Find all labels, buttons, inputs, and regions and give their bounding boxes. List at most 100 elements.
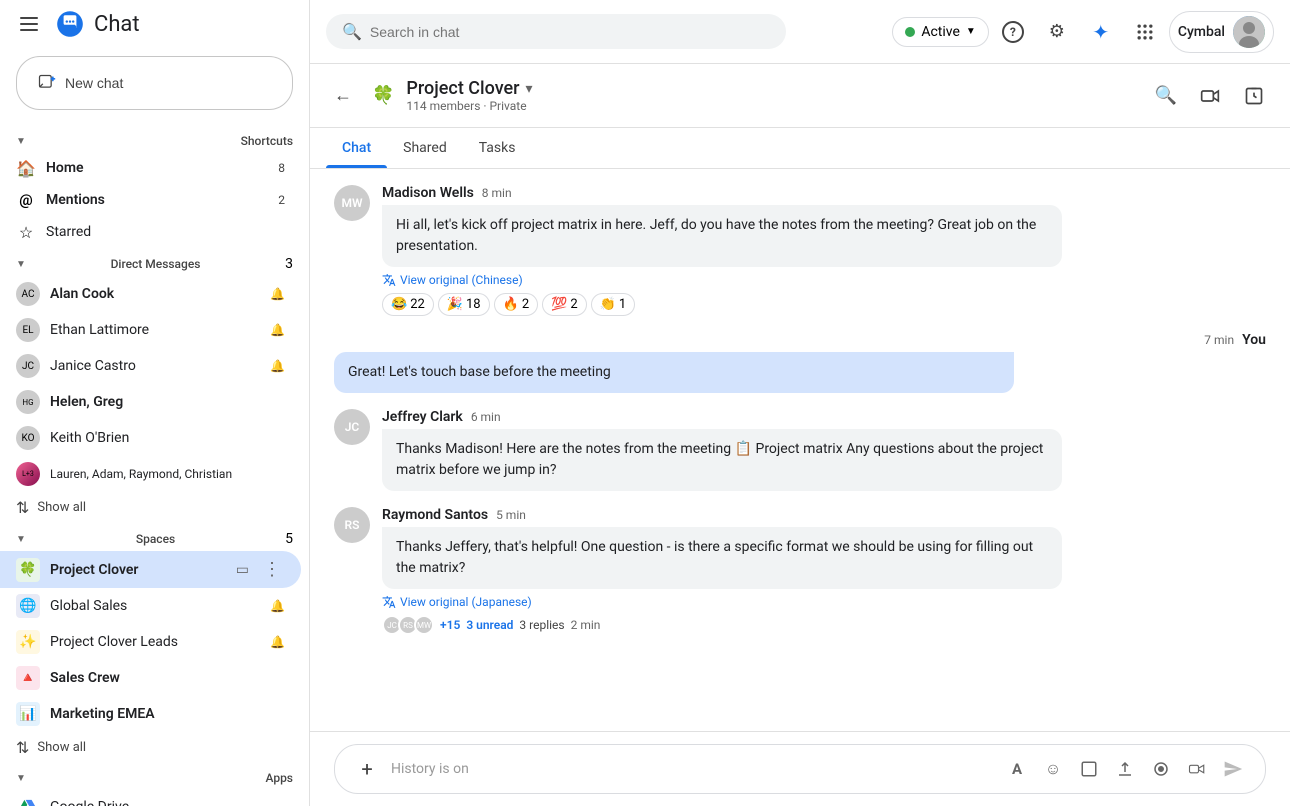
ethan-avatar: EL (16, 318, 40, 342)
shortcuts-section-header[interactable]: ▼ Shortcuts (0, 126, 309, 152)
tab-tasks[interactable]: Tasks (463, 128, 532, 168)
alan-avatar: AC (16, 282, 40, 306)
mentions-count: 2 (278, 193, 285, 207)
more-options-icon[interactable]: ⋮ (259, 557, 285, 582)
sidebar-item-ethan[interactable]: EL Ethan Lattimore 🔔 (0, 312, 301, 348)
sidebar-item-google-drive[interactable]: Google Drive (0, 789, 301, 806)
chat-timer-button[interactable] (1234, 76, 1274, 116)
project-clover-leads-pin: 🔔 (270, 635, 285, 649)
video-button[interactable] (1181, 753, 1213, 785)
upload-button[interactable] (1109, 753, 1141, 785)
mentions-label: Mentions (46, 192, 268, 208)
raymond-replies-bar[interactable]: JC RS MW +15 3 unread 3 replies 2 min (382, 615, 1266, 635)
send-icon (1223, 759, 1243, 779)
sidebar-item-sales-crew[interactable]: 🔺 Sales Crew (0, 660, 301, 696)
mention-button[interactable] (1073, 753, 1105, 785)
messages-area: MW Madison Wells 8 min Hi all, let's kic… (310, 169, 1290, 731)
replies-count: 3 replies (519, 618, 564, 632)
hamburger-menu[interactable] (12, 9, 46, 39)
back-button[interactable]: ← (326, 77, 360, 114)
reaction-party[interactable]: 🎉18 (438, 293, 490, 316)
sidebar-item-project-clover-leads[interactable]: ✨ Project Clover Leads 🔔 (0, 624, 301, 660)
global-sales-icon: 🌐 (16, 594, 40, 618)
sparkle-button[interactable]: ✦ (1081, 12, 1121, 52)
you-msg-time: 7 min (1204, 333, 1234, 347)
status-dot (905, 27, 915, 37)
emoji-button[interactable]: ☺ (1037, 753, 1069, 785)
project-clover-icon: 🍀 (16, 558, 40, 582)
apps-button[interactable] (1125, 12, 1165, 52)
reaction-clap[interactable]: 👏1 (591, 293, 636, 316)
help-button[interactable]: ? (993, 12, 1033, 52)
input-placeholder[interactable]: History is on (391, 761, 993, 777)
spaces-label: Spaces (136, 532, 175, 546)
sidebar-item-global-sales[interactable]: 🌐 Global Sales 🔔 (0, 588, 301, 624)
starred-icon: ☆ (16, 222, 36, 242)
sidebar-item-alan[interactable]: AC Alan Cook 🔔 (0, 276, 301, 312)
sidebar-item-janice[interactable]: JC Janice Castro 🔔 (0, 348, 301, 384)
chat-header-actions: 🔍 (1146, 76, 1274, 116)
tab-shared[interactable]: Shared (387, 128, 463, 168)
reply-av-3: MW (414, 615, 434, 635)
settings-button[interactable]: ⚙ (1037, 12, 1077, 52)
search-icon: 🔍 (342, 22, 362, 41)
alan-label: Alan Cook (50, 286, 260, 302)
project-clover-label: Project Clover (50, 562, 226, 578)
reaction-fire[interactable]: 🔥2 (494, 293, 539, 316)
chat-search-button[interactable]: 🔍 (1146, 76, 1186, 116)
raymond-translate-link[interactable]: View original (Japanese) (382, 595, 1266, 609)
home-icon: 🏠 (16, 158, 36, 178)
apps-section-header[interactable]: ▼ Apps (0, 763, 309, 789)
chat-meta: 114 members · Private (406, 99, 1134, 113)
you-msg-body: You 7 min Great! Let's touch base before… (334, 332, 1266, 393)
tab-chat[interactable]: Chat (326, 128, 387, 168)
janice-avatar: JC (16, 354, 40, 378)
google-chat-logo (54, 8, 86, 40)
spaces-chevron: ▼ (16, 534, 26, 545)
user-profile[interactable]: Cymbal (1169, 11, 1274, 53)
sidebar-item-keith[interactable]: KO Keith O'Brien (0, 420, 301, 456)
spaces-section-header[interactable]: ▼ Spaces 5 (0, 523, 309, 551)
chat-name-chevron-icon[interactable]: ▾ (526, 81, 533, 97)
status-button[interactable]: Active ▼ (892, 17, 988, 47)
send-button[interactable] (1217, 753, 1249, 785)
sidebar-item-helen[interactable]: HG Helen, Greg (0, 384, 301, 420)
grid-icon (1135, 22, 1155, 42)
replies-avatars: JC RS MW (382, 615, 434, 635)
raymond-msg-text: Thanks Jeffery, that's helpful! One ques… (396, 539, 1033, 576)
replies-unread: 3 unread (466, 618, 513, 632)
record-button[interactable] (1145, 753, 1177, 785)
input-box: + History is on A ☺ (334, 744, 1266, 794)
dm-section-header[interactable]: ▼ Direct Messages 3 (0, 248, 309, 276)
search-input[interactable] (370, 24, 770, 40)
madison-sender-name: Madison Wells (382, 185, 474, 201)
dm-chevron: ▼ (16, 259, 26, 270)
upload-icon (1116, 760, 1134, 778)
google-drive-icon (16, 795, 40, 806)
dm-show-all[interactable]: ⇅ Show all (0, 492, 309, 523)
new-chat-icon (37, 73, 57, 93)
madison-avatar: MW (334, 185, 370, 221)
chat-video-button[interactable] (1190, 76, 1230, 116)
reaction-100[interactable]: 💯2 (542, 293, 587, 316)
format-text-button[interactable]: A (1001, 753, 1033, 785)
add-button[interactable]: + (351, 753, 383, 785)
madison-translate-link[interactable]: View original (Chinese) (382, 273, 1266, 287)
spaces-show-all[interactable]: ⇅ Show all (0, 732, 309, 763)
sidebar-item-mentions[interactable]: @ Mentions 2 (0, 184, 301, 216)
sidebar-item-starred[interactable]: ☆ Starred (0, 216, 301, 248)
reaction-laugh[interactable]: 😂22 (382, 293, 434, 316)
app-title: Chat (94, 12, 140, 37)
input-icons: A ☺ (1001, 753, 1249, 785)
google-drive-label: Google Drive (50, 799, 285, 806)
user-avatar (1233, 16, 1265, 48)
sidebar-item-project-clover[interactable]: 🍀 Project Clover ▭ ⋮ (0, 551, 301, 588)
new-chat-button[interactable]: New chat (16, 56, 293, 110)
sidebar-item-marketing-emea[interactable]: 📊 Marketing EMEA (0, 696, 301, 732)
you-msg-header: You 7 min (334, 332, 1266, 348)
madison-msg-header: Madison Wells 8 min (382, 185, 1266, 201)
message-madison: MW Madison Wells 8 min Hi all, let's kic… (334, 185, 1266, 316)
sidebar-item-lauren[interactable]: L+3 Lauren, Adam, Raymond, Christian (0, 456, 301, 492)
global-sales-label: Global Sales (50, 598, 260, 614)
sidebar-item-home[interactable]: 🏠 Home 8 (0, 152, 301, 184)
